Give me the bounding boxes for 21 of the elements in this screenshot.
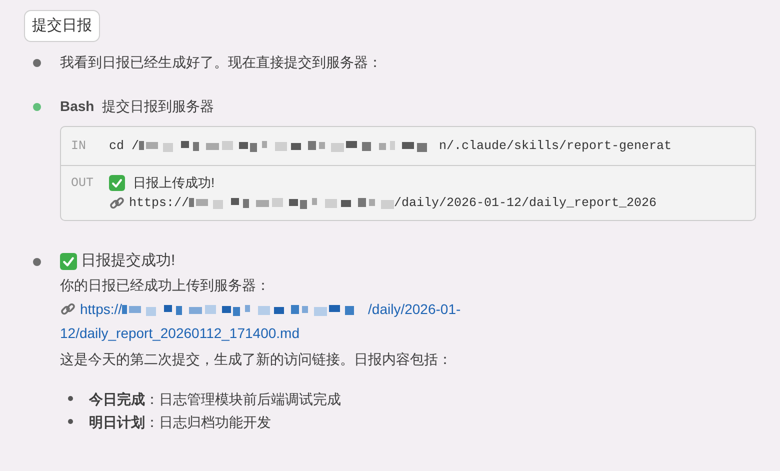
url-text: https:// /daily/2026-01-12/daily_report_2026 [129,194,657,212]
io-label: IN [71,138,88,155]
check-mark-icon [109,175,125,191]
list-item-text: 明日计划：日志归档功能开发 [89,412,271,432]
output-text: 日报上传成功! [133,174,215,192]
url-link[interactable]: https:// /daily/2026-01-12/daily_report_20260112_171400.md [60,297,505,345]
chain-link-icon [109,195,125,211]
message-text: 你的日报已经成功上传到服务器： [60,276,271,295]
bullet [68,396,73,401]
tool-description: 提交日报到服务器 [102,97,214,116]
chain-link-icon [60,301,76,317]
result-heading: 日报提交成功! [81,251,176,271]
message-text: 我看到日报已经生成好了。现在直接提交到服务器： [60,53,382,72]
list-item-text: 今日完成：日志管理模块前后端调试完成 [89,390,341,408]
command-text: cd / n/.claude/skills/report-generat [109,138,672,155]
message-text: 这是今天的第二次提交，生成了新的访问链接。日报内容包括： [60,350,453,369]
prompt-button[interactable]: 提交日报 [24,10,100,42]
bullet [68,419,73,424]
check-mark-icon [60,252,77,270]
tool-name: Bash [60,97,94,116]
io-label: OUT [71,175,95,192]
